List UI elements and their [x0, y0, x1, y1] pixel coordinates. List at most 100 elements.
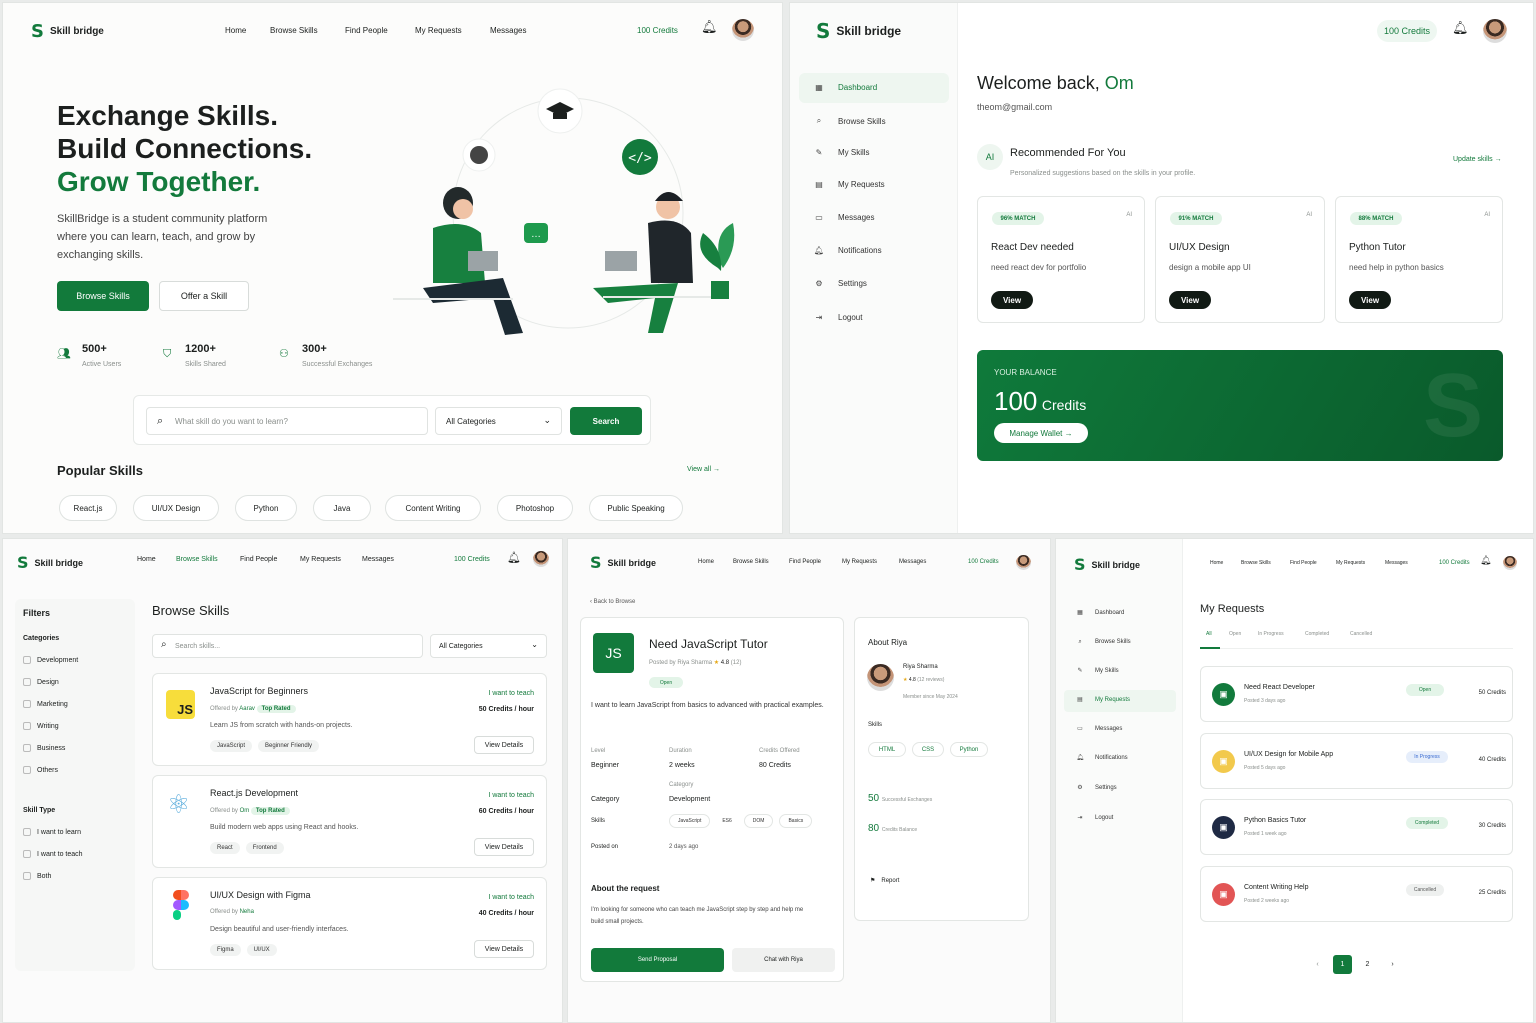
avatar[interactable] — [732, 19, 754, 41]
category-select[interactable]: All Categories ⌄ — [430, 634, 547, 658]
tab-cancelled[interactable]: Cancelled — [1350, 631, 1372, 637]
sidebar-item-notifications[interactable]: 🔔︎ Notifications — [812, 246, 882, 255]
nav-people[interactable]: Find People — [240, 556, 277, 563]
send-proposal-button[interactable]: Send Proposal — [591, 948, 724, 972]
request-row[interactable]: ▣ Need React Developer Posted 3 days ago… — [1200, 666, 1513, 722]
nav-messages[interactable]: Messages — [1385, 560, 1408, 566]
credits-badge[interactable]: 100 Credits — [1439, 560, 1470, 566]
skill-chip[interactable]: Photoshop — [497, 495, 573, 521]
view-details-button[interactable]: View Details — [474, 940, 534, 958]
back-link[interactable]: ‹ Back to Browse — [590, 599, 635, 605]
view-button[interactable]: View — [1349, 291, 1391, 309]
logo[interactable]: S Skill bridge — [31, 21, 104, 42]
search-button[interactable]: Search — [570, 407, 642, 435]
skill-card[interactable]: UI/UX Design with Figma Offered by Neha … — [152, 877, 547, 970]
skill-chip[interactable]: React.js — [59, 495, 117, 521]
sidebar-item-settings[interactable]: ⚙ Settings — [1073, 784, 1116, 791]
nav-requests[interactable]: My Requests — [1336, 560, 1365, 566]
view-button[interactable]: View — [991, 291, 1033, 309]
logo[interactable]: S Skill bridge — [590, 553, 656, 572]
nav-messages[interactable]: Messages — [490, 26, 526, 35]
avatar[interactable] — [1483, 19, 1507, 43]
category-select[interactable]: All Categories ⌄ — [435, 407, 562, 435]
credits-badge[interactable]: 100 Credits — [454, 556, 490, 563]
search-input[interactable]: ⌕ Search skills... — [152, 634, 423, 658]
avatar[interactable] — [1016, 555, 1031, 570]
logo[interactable]: S Skill bridge — [816, 19, 901, 43]
sidebar-item-requests[interactable]: ▤ My Requests — [1073, 696, 1130, 703]
nav-home[interactable]: Home — [698, 559, 714, 565]
filter-checkbox[interactable]: Development — [23, 656, 78, 664]
filter-checkbox[interactable]: I want to learn — [23, 828, 81, 836]
nav-browse[interactable]: Browse Skills — [733, 559, 769, 565]
sidebar-item-messages[interactable]: ▭ Messages — [1073, 725, 1122, 732]
nav-browse[interactable]: Browse Skills — [1241, 560, 1271, 566]
nav-browse[interactable]: Browse Skills — [270, 26, 318, 35]
report-button[interactable]: ⚑ Report — [870, 877, 899, 885]
sidebar-item-dashboard[interactable]: ▦ Dashboard — [1073, 609, 1124, 616]
manage-wallet-button[interactable]: Manage Wallet → — [994, 423, 1088, 443]
nav-people[interactable]: Find People — [1290, 560, 1317, 566]
sidebar-item-requests[interactable]: ▤ My Requests — [812, 180, 884, 189]
bell-icon[interactable]: 🔔︎ — [1480, 556, 1491, 566]
skill-card[interactable]: ⚛ React.js Development Offered by Om Top… — [152, 775, 547, 868]
chat-button[interactable]: Chat with Riya — [732, 948, 835, 972]
browse-skills-button[interactable]: Browse Skills — [57, 281, 149, 311]
sidebar-item-logout[interactable]: ⇥ Logout — [812, 313, 863, 322]
logo[interactable]: S Skill bridge — [17, 553, 83, 572]
credits-badge[interactable]: 100 Credits — [1377, 20, 1437, 42]
nav-messages[interactable]: Messages — [899, 559, 926, 565]
credits-badge[interactable]: 100 Credits — [968, 559, 999, 565]
avatar[interactable] — [1503, 556, 1517, 570]
avatar[interactable] — [533, 551, 549, 567]
tab-open[interactable]: Open — [1229, 631, 1241, 637]
view-details-button[interactable]: View Details — [474, 838, 534, 856]
nav-people[interactable]: Find People — [789, 559, 821, 565]
sidebar-item-messages[interactable]: ▭ Messages — [812, 213, 874, 222]
view-details-button[interactable]: View Details — [474, 736, 534, 754]
update-skills-link[interactable]: Update skills → — [1453, 156, 1502, 163]
nav-browse[interactable]: Browse Skills — [176, 556, 218, 563]
recommendation-card[interactable]: 88% MATCH AI Python Tutor need help in p… — [1335, 196, 1503, 323]
skill-chip[interactable]: Java — [313, 495, 371, 521]
sidebar-item-settings[interactable]: ⚙ Settings — [812, 279, 867, 288]
skill-chip[interactable]: Content Writing — [385, 495, 481, 521]
sidebar-item-browse[interactable]: ⌕ Browse Skills — [812, 116, 886, 126]
nav-requests[interactable]: My Requests — [415, 26, 462, 35]
sidebar-item-my-skills[interactable]: ✎ My Skills — [812, 148, 870, 157]
sidebar-item-logout[interactable]: ⇥ Logout — [1073, 814, 1113, 821]
chevron-right-icon[interactable]: › — [1383, 961, 1402, 968]
recommendation-card[interactable]: 96% MATCH AI React Dev needed need react… — [977, 196, 1145, 323]
recommendation-card[interactable]: 91% MATCH AI UI/UX Design design a mobil… — [1155, 196, 1325, 323]
filter-checkbox[interactable]: Design — [23, 678, 59, 686]
logo[interactable]: S Skill bridge — [1074, 555, 1140, 574]
nav-requests[interactable]: My Requests — [842, 559, 877, 565]
nav-home[interactable]: Home — [1210, 560, 1223, 566]
bell-icon[interactable]: 🔔︎ — [507, 551, 521, 564]
request-row[interactable]: ▣ UI/UX Design for Mobile App Posted 5 d… — [1200, 733, 1513, 789]
nav-messages[interactable]: Messages — [362, 556, 394, 563]
page-button[interactable]: 1 — [1333, 955, 1352, 974]
chevron-left-icon[interactable]: ‹ — [1308, 961, 1327, 968]
request-row[interactable]: ▣ Content Writing Help Posted 2 weeks ag… — [1200, 866, 1513, 922]
skill-chip[interactable]: Public Speaking — [589, 495, 683, 521]
view-button[interactable]: View — [1169, 291, 1211, 309]
sidebar-item-my-skills[interactable]: ✎ My Skills — [1073, 667, 1118, 674]
offer-skill-button[interactable]: Offer a Skill — [159, 281, 249, 311]
nav-requests[interactable]: My Requests — [300, 556, 341, 563]
filter-checkbox[interactable]: Writing — [23, 722, 59, 730]
nav-people[interactable]: Find People — [345, 26, 388, 35]
skill-chip[interactable]: Python — [235, 495, 297, 521]
filter-checkbox[interactable]: Business — [23, 744, 65, 752]
tab-completed[interactable]: Completed — [1305, 631, 1329, 637]
skill-chip[interactable]: UI/UX Design — [133, 495, 219, 521]
credits-badge[interactable]: 100 Credits — [637, 26, 678, 35]
nav-home[interactable]: Home — [137, 556, 156, 563]
tab-all[interactable]: All — [1206, 631, 1212, 637]
filter-checkbox[interactable]: Marketing — [23, 700, 68, 708]
filter-checkbox[interactable]: I want to teach — [23, 850, 83, 858]
bell-icon[interactable]: 🔔︎ — [1452, 21, 1469, 36]
skill-search-input[interactable]: ⌕ What skill do you want to learn? — [146, 407, 428, 435]
view-all-link[interactable]: View all → — [687, 466, 720, 473]
page-button[interactable]: 2 — [1358, 955, 1377, 974]
